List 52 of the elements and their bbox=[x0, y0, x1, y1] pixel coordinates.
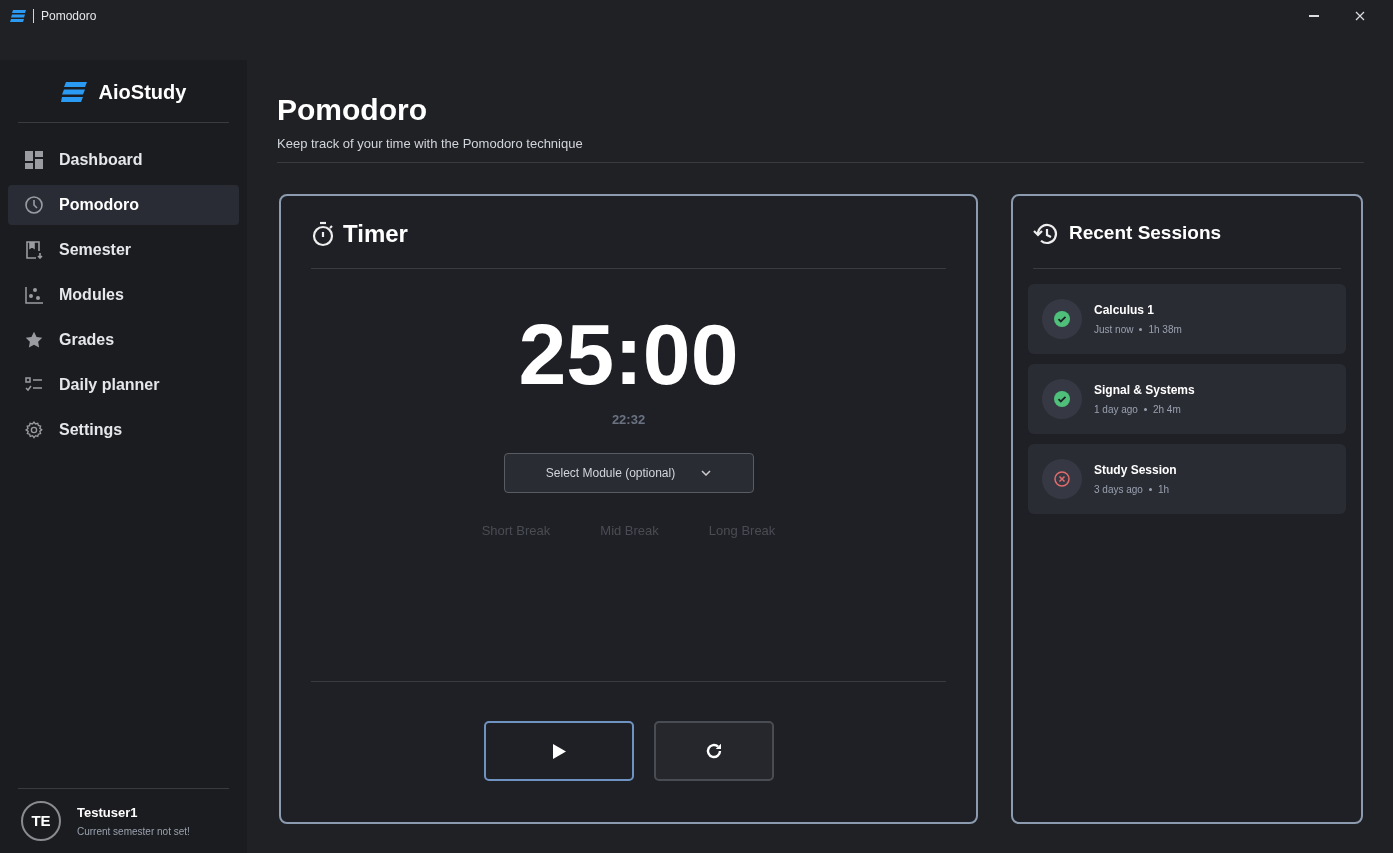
minimize-icon bbox=[1309, 15, 1319, 17]
session-card[interactable]: Signal & Systems 1 day ago 2h 4m bbox=[1028, 363, 1346, 434]
window-title: Pomodoro bbox=[41, 8, 97, 25]
session-time: Just now bbox=[1094, 322, 1134, 337]
session-name: Study Session bbox=[1094, 461, 1177, 479]
brand-name: AioStudy bbox=[98, 80, 187, 105]
play-button[interactable] bbox=[483, 721, 634, 781]
page-subtitle: Keep track of your time with the Pomodoro technique bbox=[277, 135, 584, 153]
session-duration: 1h 38m bbox=[1148, 322, 1182, 337]
sidebar-item[interactable]: Dashboard bbox=[8, 140, 239, 180]
chevron-down-icon bbox=[701, 470, 712, 476]
sidebar-item[interactable]: Settings bbox=[8, 410, 239, 450]
stopwatch-icon bbox=[311, 220, 335, 247]
sidebar-item[interactable]: Semester bbox=[8, 230, 239, 270]
bookmark-icon bbox=[25, 241, 43, 259]
sidebar-item[interactable]: Daily planner bbox=[8, 365, 239, 405]
scatter-icon bbox=[25, 286, 43, 304]
close-icon bbox=[1355, 11, 1365, 21]
session-name: Signal & Systems bbox=[1094, 381, 1195, 399]
star-icon bbox=[25, 331, 43, 349]
history-icon bbox=[1033, 221, 1059, 246]
card-title: Timer bbox=[343, 218, 408, 249]
module-select[interactable]: Select Module (optional) bbox=[503, 453, 754, 493]
session-name: Calculus 1 bbox=[1094, 301, 1156, 319]
timer-display: 25:00 bbox=[517, 310, 740, 397]
session-card[interactable]: Calculus 1 Just now 1h 38m bbox=[1028, 283, 1346, 354]
sidebar-item[interactable]: Modules bbox=[8, 275, 239, 315]
end-time: 22:32 bbox=[610, 410, 647, 429]
check-circle-icon bbox=[1054, 310, 1070, 327]
logo-icon bbox=[10, 10, 26, 22]
settings-icon bbox=[25, 421, 43, 439]
logo-icon bbox=[60, 82, 87, 102]
session-time: 1 day ago bbox=[1094, 402, 1138, 417]
user-name: Testuser1 bbox=[77, 803, 139, 822]
play-icon bbox=[551, 743, 566, 759]
session-duration: 2h 4m bbox=[1152, 402, 1181, 417]
reset-icon bbox=[704, 742, 723, 760]
session-card[interactable]: Study Session 3 days ago 1h bbox=[1028, 443, 1346, 514]
session-duration: 1h bbox=[1157, 482, 1170, 497]
session-time: 3 days ago bbox=[1094, 482, 1143, 497]
clock-icon bbox=[25, 196, 43, 214]
reset-button[interactable] bbox=[653, 721, 774, 781]
sidebar-item[interactable]: Pomodoro bbox=[8, 185, 239, 225]
page-title: Pomodoro bbox=[277, 92, 428, 128]
checklist-icon bbox=[25, 377, 43, 393]
card-title: Recent Sessions bbox=[1069, 221, 1222, 246]
user-avatar[interactable]: TE bbox=[21, 801, 61, 841]
x-circle-icon bbox=[1054, 470, 1070, 487]
dashboard-icon bbox=[25, 151, 43, 169]
check-circle-icon bbox=[1054, 390, 1070, 407]
user-subtitle: Current semester not set! bbox=[77, 825, 190, 840]
sidebar-item[interactable]: Grades bbox=[8, 320, 239, 360]
